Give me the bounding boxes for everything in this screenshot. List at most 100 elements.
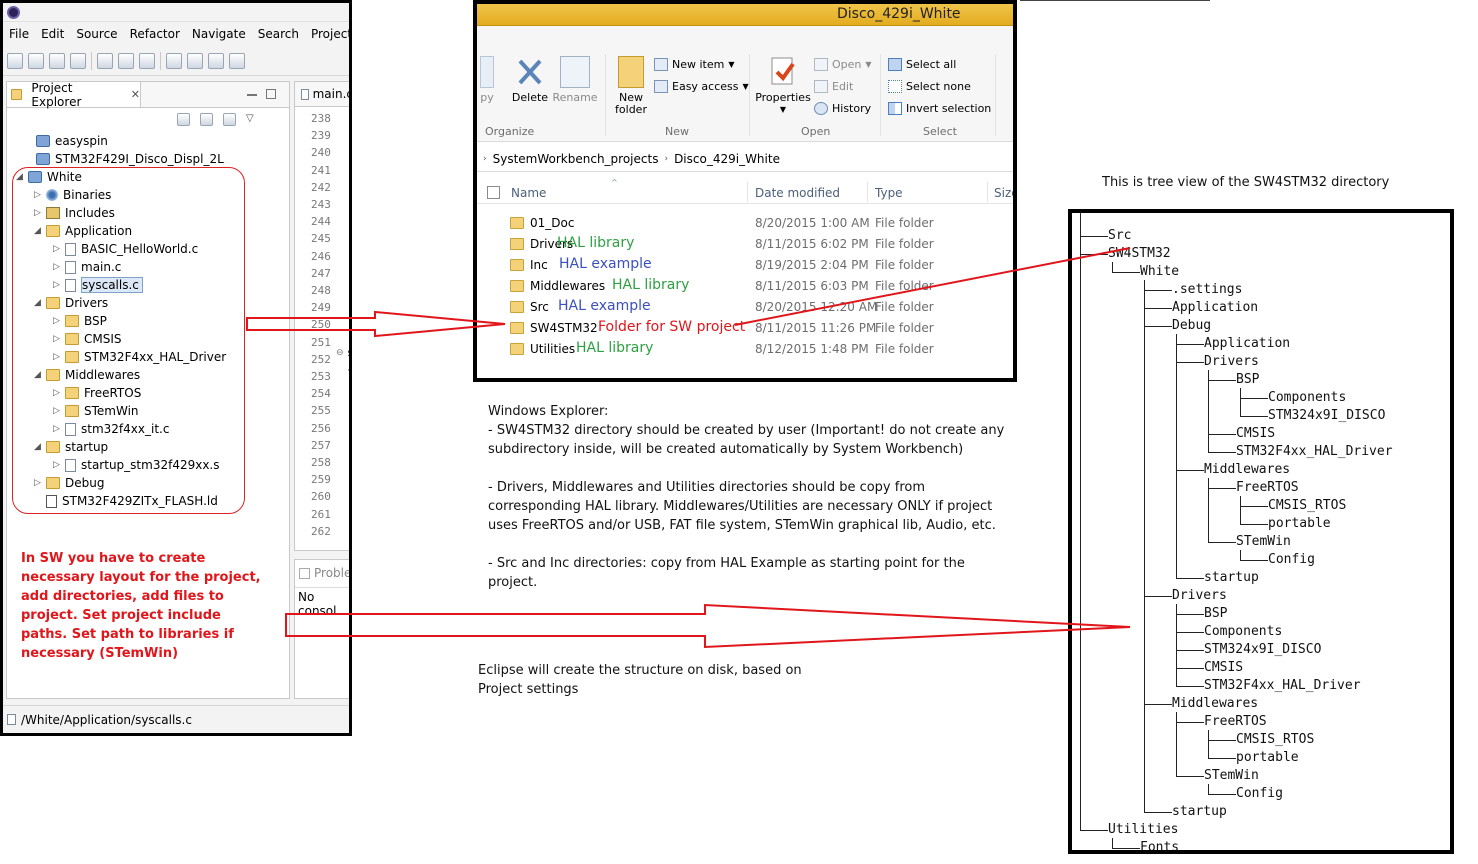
menu-file[interactable]: File <box>3 27 35 41</box>
tool-icon[interactable] <box>229 52 245 69</box>
column-date-modified[interactable]: Date modified <box>755 186 840 200</box>
address-bar[interactable]: › SystemWorkbench_projects › Disco_429i_… <box>477 147 1013 172</box>
tree-connector <box>1144 326 1172 327</box>
tree-connector <box>1176 776 1204 777</box>
windows-explorer-window: Disco_429i_White py Delete Rename Organi… <box>473 0 1017 382</box>
file-type: File folder <box>875 258 934 272</box>
column-name[interactable]: Name <box>511 186 546 200</box>
ribbon-separator <box>605 54 606 136</box>
tree-connector <box>1208 452 1236 453</box>
select-none-button[interactable]: Select none <box>888 80 971 93</box>
debug-icon[interactable] <box>187 52 203 69</box>
save-icon[interactable] <box>28 52 44 69</box>
view-menu-chevron-down-icon[interactable]: ▽ <box>246 113 254 126</box>
eclipse-menubar: File Edit Source Refactor Navigate Searc… <box>3 22 349 46</box>
select-all-button[interactable]: Select all <box>888 58 956 71</box>
copy-button[interactable]: py <box>477 56 497 104</box>
file-name: Inc <box>530 258 548 272</box>
edit-button[interactable]: Edit <box>814 80 853 93</box>
invert-selection-label: Invert selection <box>906 102 992 115</box>
settings-gear-icon[interactable] <box>97 52 113 69</box>
properties-button[interactable]: Properties ▼ <box>755 56 811 116</box>
breadcrumb-item[interactable]: Disco_429i_White <box>674 152 780 166</box>
menu-source[interactable]: Source <box>70 27 123 41</box>
column-type[interactable]: Type <box>875 186 903 200</box>
build-hammer-icon[interactable] <box>118 52 134 69</box>
easy-access-button[interactable]: Easy access ▼ <box>654 80 749 93</box>
tree-node: White <box>1140 264 1180 279</box>
tree-connector <box>1080 236 1108 237</box>
search-icon[interactable] <box>166 52 182 69</box>
file-name: 01_Doc <box>530 216 575 230</box>
line-number: 258 <box>311 456 331 469</box>
close-icon[interactable]: ✕ <box>131 88 140 101</box>
fold-icon[interactable]: ⊖ <box>336 348 344 358</box>
file-name: SW4STM32 <box>530 321 598 335</box>
project-icon <box>36 135 50 147</box>
file-row-utilities[interactable]: Utilities HAL library 8/12/2015 1:48 PM Fil… <box>477 339 1013 360</box>
tree-connector <box>1208 730 1209 758</box>
menu-project[interactable]: Project <box>305 27 349 41</box>
open-button[interactable]: Open ▼ <box>814 58 872 71</box>
file-name: Utilities <box>530 342 576 356</box>
code-fragment: s <box>347 346 349 359</box>
line-number: 250 <box>311 318 331 332</box>
tree-connector <box>1176 722 1204 723</box>
tab-project-explorer[interactable]: Project Explorer ✕ <box>7 81 141 109</box>
tree-connector <box>1208 758 1236 759</box>
breadcrumb-item[interactable]: SystemWorkbench_projects <box>493 152 659 166</box>
rename-button[interactable]: Rename <box>551 56 599 104</box>
select-all-checkbox[interactable] <box>487 186 500 199</box>
menu-edit[interactable]: Edit <box>35 27 70 41</box>
tab-main-c[interactable]: main.c <box>295 82 349 107</box>
copy-icon <box>480 56 494 88</box>
invert-selection-button[interactable]: Invert selection <box>888 102 991 115</box>
c-file-icon <box>301 88 309 100</box>
file-row-src[interactable]: Src HAL example 8/20/2015 12:20 AM File fol… <box>477 297 1013 318</box>
chevron-down-icon: ▼ <box>865 60 872 69</box>
binary-icon[interactable] <box>139 52 155 69</box>
file-row-inc[interactable]: Inc HAL example 8/19/2015 2:04 PM File fold… <box>477 255 1013 276</box>
column-size[interactable]: Size <box>994 186 1013 200</box>
save-all-icon[interactable] <box>49 52 65 69</box>
history-button[interactable]: History <box>814 102 871 115</box>
editor-panel: main.c 238 239 240 241 242 243 244 245 246 247 248… <box>294 81 349 551</box>
file-row-middlewares[interactable]: Middlewares HAL library 8/11/2015 6:03 PM F… <box>477 276 1013 297</box>
tree-connector <box>1176 344 1204 345</box>
minimize-icon[interactable] <box>247 94 257 104</box>
filter-icon[interactable] <box>223 113 236 126</box>
tree-item-easyspin[interactable]: easyspin <box>23 132 108 150</box>
tree-connector <box>1240 524 1268 525</box>
tree-node: Components <box>1268 390 1347 405</box>
menu-navigate[interactable]: Navigate <box>186 27 252 41</box>
print-icon[interactable] <box>70 52 86 69</box>
new-item-button[interactable]: New item ▼ <box>654 58 735 71</box>
link-editor-icon[interactable] <box>200 113 213 126</box>
maximize-icon[interactable] <box>266 89 276 99</box>
line-number: 251 <box>311 335 331 349</box>
chevron-down-icon: ▼ <box>779 105 787 114</box>
file-row-sw4stm32[interactable]: SW4STM32 Folder for SW project 8/11/2015 1… <box>477 318 1013 339</box>
new-folder-button[interactable]: New folder <box>611 56 651 116</box>
file-row-drivers[interactable]: Drivers HAL library 8/11/2015 6:02 PM File … <box>477 234 1013 255</box>
tree-connector <box>1176 334 1177 578</box>
tree-connector <box>1176 604 1177 686</box>
collapse-all-icon[interactable] <box>177 113 190 126</box>
tab-problems[interactable]: Proble <box>299 566 349 580</box>
tree-connector <box>1144 280 1145 812</box>
menu-refactor[interactable]: Refactor <box>124 27 186 41</box>
file-type: File folder <box>875 279 934 293</box>
tree-connector <box>1208 794 1236 795</box>
menu-search[interactable]: Search <box>252 27 305 41</box>
file-row-01-doc[interactable]: 01_Doc 8/20/2015 1:00 AM File folder <box>477 213 1013 234</box>
invert-selection-icon <box>888 102 902 115</box>
new-icon[interactable] <box>7 52 23 69</box>
tree-item-stm32f429i-disco-displ-2l[interactable]: STM32F429I_Disco_Displ_2L <box>23 150 224 168</box>
tree-node: STemWin <box>1236 534 1291 549</box>
run-icon[interactable] <box>208 52 224 69</box>
folder-annotation: HAL library <box>576 340 654 356</box>
tree-node: Utilities <box>1108 822 1179 837</box>
delete-button[interactable]: Delete <box>511 56 549 104</box>
tree-view-caption: This is tree view of the SW4STM32 direct… <box>1102 175 1390 190</box>
console-message: No consol <box>298 590 337 618</box>
